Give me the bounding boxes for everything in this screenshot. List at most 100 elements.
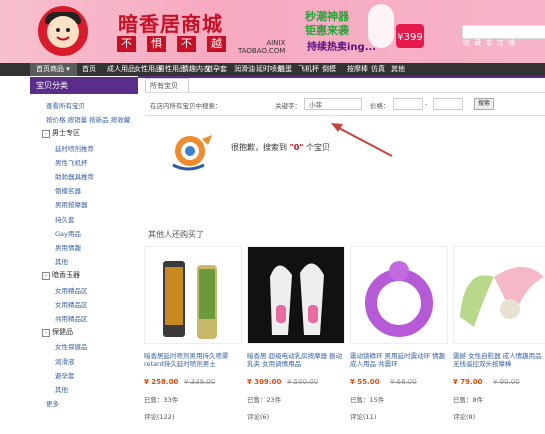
sidebar-label: 更多: [46, 400, 59, 409]
price-max-input[interactable]: [433, 98, 463, 110]
logo-face-svg: [56, 28, 70, 41]
brand-english: AINIX TAOBAO.COM: [238, 39, 285, 55]
others-bought-title: 其他人还购买了: [148, 230, 204, 239]
price-separator: -: [425, 100, 428, 108]
product-name-link[interactable]: 暗香居延时喷剂男用持久喷雾 retard持久延时喷剂男士: [144, 352, 240, 368]
brand-tag: 惧: [147, 36, 166, 52]
product-original-price: ¥ 500.00: [287, 378, 319, 386]
product-original-price: ¥ 338.00: [184, 378, 216, 386]
product-image-massager-icon: [248, 247, 344, 343]
sidebar-link[interactable]: Gay用品: [55, 228, 81, 238]
nav-item[interactable]: 飞机杯: [298, 64, 319, 75]
sidebar-link[interactable]: 倒模名器: [55, 185, 81, 195]
product-image[interactable]: [453, 246, 545, 344]
product-reviews-link[interactable]: 评论(6): [247, 411, 269, 421]
sidebar-label: 男用情趣: [55, 244, 81, 252]
no-results-prefix: 很抱歉，搜索到: [231, 143, 287, 152]
sidebar-link[interactable]: 按价格 按销量 按新品 按收藏: [46, 114, 130, 124]
product-image-ring-icon: [365, 261, 433, 337]
header-search-input[interactable]: [462, 25, 545, 39]
nav-item[interactable]: 避孕套: [206, 64, 227, 75]
product-image[interactable]: [144, 246, 242, 344]
nav-item[interactable]: 倒模: [322, 64, 336, 75]
collapse-icon[interactable]: -: [42, 272, 50, 281]
brand-tag: 越: [207, 36, 226, 52]
sidebar-label: 按价格 按销量 按新品 按收藏: [46, 116, 131, 125]
sidebar-link[interactable]: 其他: [55, 384, 68, 394]
search-button[interactable]: 搜索: [474, 98, 494, 110]
mascot-icon: [172, 135, 212, 171]
product-price: ¥ 55.00: [350, 378, 380, 386]
product-sales: 已售：8件: [453, 396, 484, 404]
sidebar-group[interactable]: - 暗香玉器: [42, 270, 80, 281]
sidebar-link[interactable]: 其他: [55, 256, 68, 266]
product-name-link[interactable]: 震撼 女性自慰器 成人情趣用品 无线遥控双头按摩棒: [453, 352, 545, 368]
product-name-link[interactable]: 震动锁精环 男用延时震动环 情趣成人用品 共震环: [350, 352, 446, 368]
sidebar-title: 宝贝分类: [36, 81, 68, 90]
filter-scope-label: 在店内所有宝贝中搜索：: [150, 102, 222, 110]
logo-face-icon: [47, 16, 79, 48]
sidebar-label: 女用精品区: [55, 286, 88, 295]
sidebar-label: 助勃器具推荐: [55, 173, 94, 181]
no-results-count: "0": [289, 143, 304, 152]
sidebar-label: 男性飞机杯: [55, 158, 88, 167]
sidebar-link[interactable]: 女性保健品: [55, 341, 88, 351]
nav-item[interactable]: 仿真: [371, 64, 385, 75]
product-image[interactable]: [247, 246, 345, 344]
collapse-icon[interactable]: -: [42, 329, 50, 338]
product-reviews-link[interactable]: 评论(122): [144, 411, 174, 421]
brand-title: 暗香居商城: [118, 12, 223, 36]
nav-item[interactable]: 首页商品 ▾: [36, 64, 70, 75]
product-price: ¥ 309.00: [247, 378, 282, 386]
price-label: 价格：: [370, 102, 390, 110]
sidebar-link[interactable]: 更多: [46, 398, 59, 408]
sidebar-group[interactable]: - 男士专区: [42, 128, 80, 139]
sidebar-label: 女用精品区: [55, 300, 88, 309]
sidebar-label: 暗香玉器: [52, 271, 80, 280]
sidebar-label: 润滑液: [55, 357, 75, 366]
product-reviews-link[interactable]: 评论(8): [453, 411, 475, 421]
brand-tag: 不: [177, 36, 196, 52]
sidebar-label: 其他: [55, 258, 68, 267]
sidebar-link[interactable]: 查看所有宝贝: [46, 100, 85, 110]
promo-price-badge[interactable]: ¥399: [396, 24, 424, 48]
sidebar-link[interactable]: 共用精品区: [55, 313, 88, 323]
favorite-shop-link[interactable]: 收 藏 本 店 铺: [463, 38, 516, 48]
sidebar-link[interactable]: 延时喷剂推荐: [55, 143, 94, 153]
price-min-input[interactable]: [393, 98, 423, 110]
product-reviews-link[interactable]: 评论(11): [350, 411, 376, 421]
product-sales: 已售：15件: [350, 396, 385, 404]
nav-item[interactable]: 首页: [82, 64, 96, 75]
collapse-icon[interactable]: -: [42, 130, 50, 139]
nav-item[interactable]: 按摩棒: [347, 64, 368, 75]
sidebar-link[interactable]: 避孕套: [55, 370, 75, 380]
sidebar-link[interactable]: 男用按摩器: [55, 199, 88, 209]
sidebar-link[interactable]: 润滑液: [55, 356, 75, 366]
sidebar-link[interactable]: 男性飞机杯: [55, 157, 88, 167]
sidebar-link[interactable]: 助勃器具推荐: [55, 171, 94, 181]
nav-item[interactable]: 成人用品: [107, 64, 135, 75]
sidebar-label: 其他: [55, 386, 68, 394]
sidebar-link[interactable]: 女用精品区: [55, 299, 88, 309]
sidebar-label: 保健品: [52, 328, 73, 337]
product-sales: 已售：33件: [144, 396, 179, 404]
sidebar-label: 延时喷剂推荐: [55, 144, 94, 153]
nav-divider: [138, 76, 545, 78]
sidebar-group[interactable]: - 保健品: [42, 327, 73, 338]
product-image[interactable]: [350, 246, 448, 344]
sidebar-label: 男士专区: [52, 129, 80, 138]
nav-item[interactable]: 润滑油: [234, 64, 255, 75]
sidebar-link[interactable]: 男用情趣: [55, 242, 81, 252]
product-name-link[interactable]: 暗香居 超级电动乳房按摩器 振动 乳夹 女用调情用品: [247, 352, 343, 368]
nav-item[interactable]: 跳蛋: [278, 64, 292, 75]
keyword-input[interactable]: 小菲: [304, 98, 362, 110]
sidebar-link[interactable]: 女用精品区: [55, 285, 88, 295]
sidebar-label: 女性保健品: [55, 343, 88, 352]
sidebar-link[interactable]: 持久套: [55, 214, 75, 224]
product-price: ¥ 258.00: [144, 378, 179, 386]
keyword-value: 小菲: [309, 101, 322, 109]
nav-item[interactable]: 其他: [391, 64, 405, 75]
sidebar-label: Gay用品: [55, 229, 81, 238]
product-original-price: ¥ 90.00: [493, 378, 520, 386]
promo-product-image[interactable]: [368, 4, 394, 48]
